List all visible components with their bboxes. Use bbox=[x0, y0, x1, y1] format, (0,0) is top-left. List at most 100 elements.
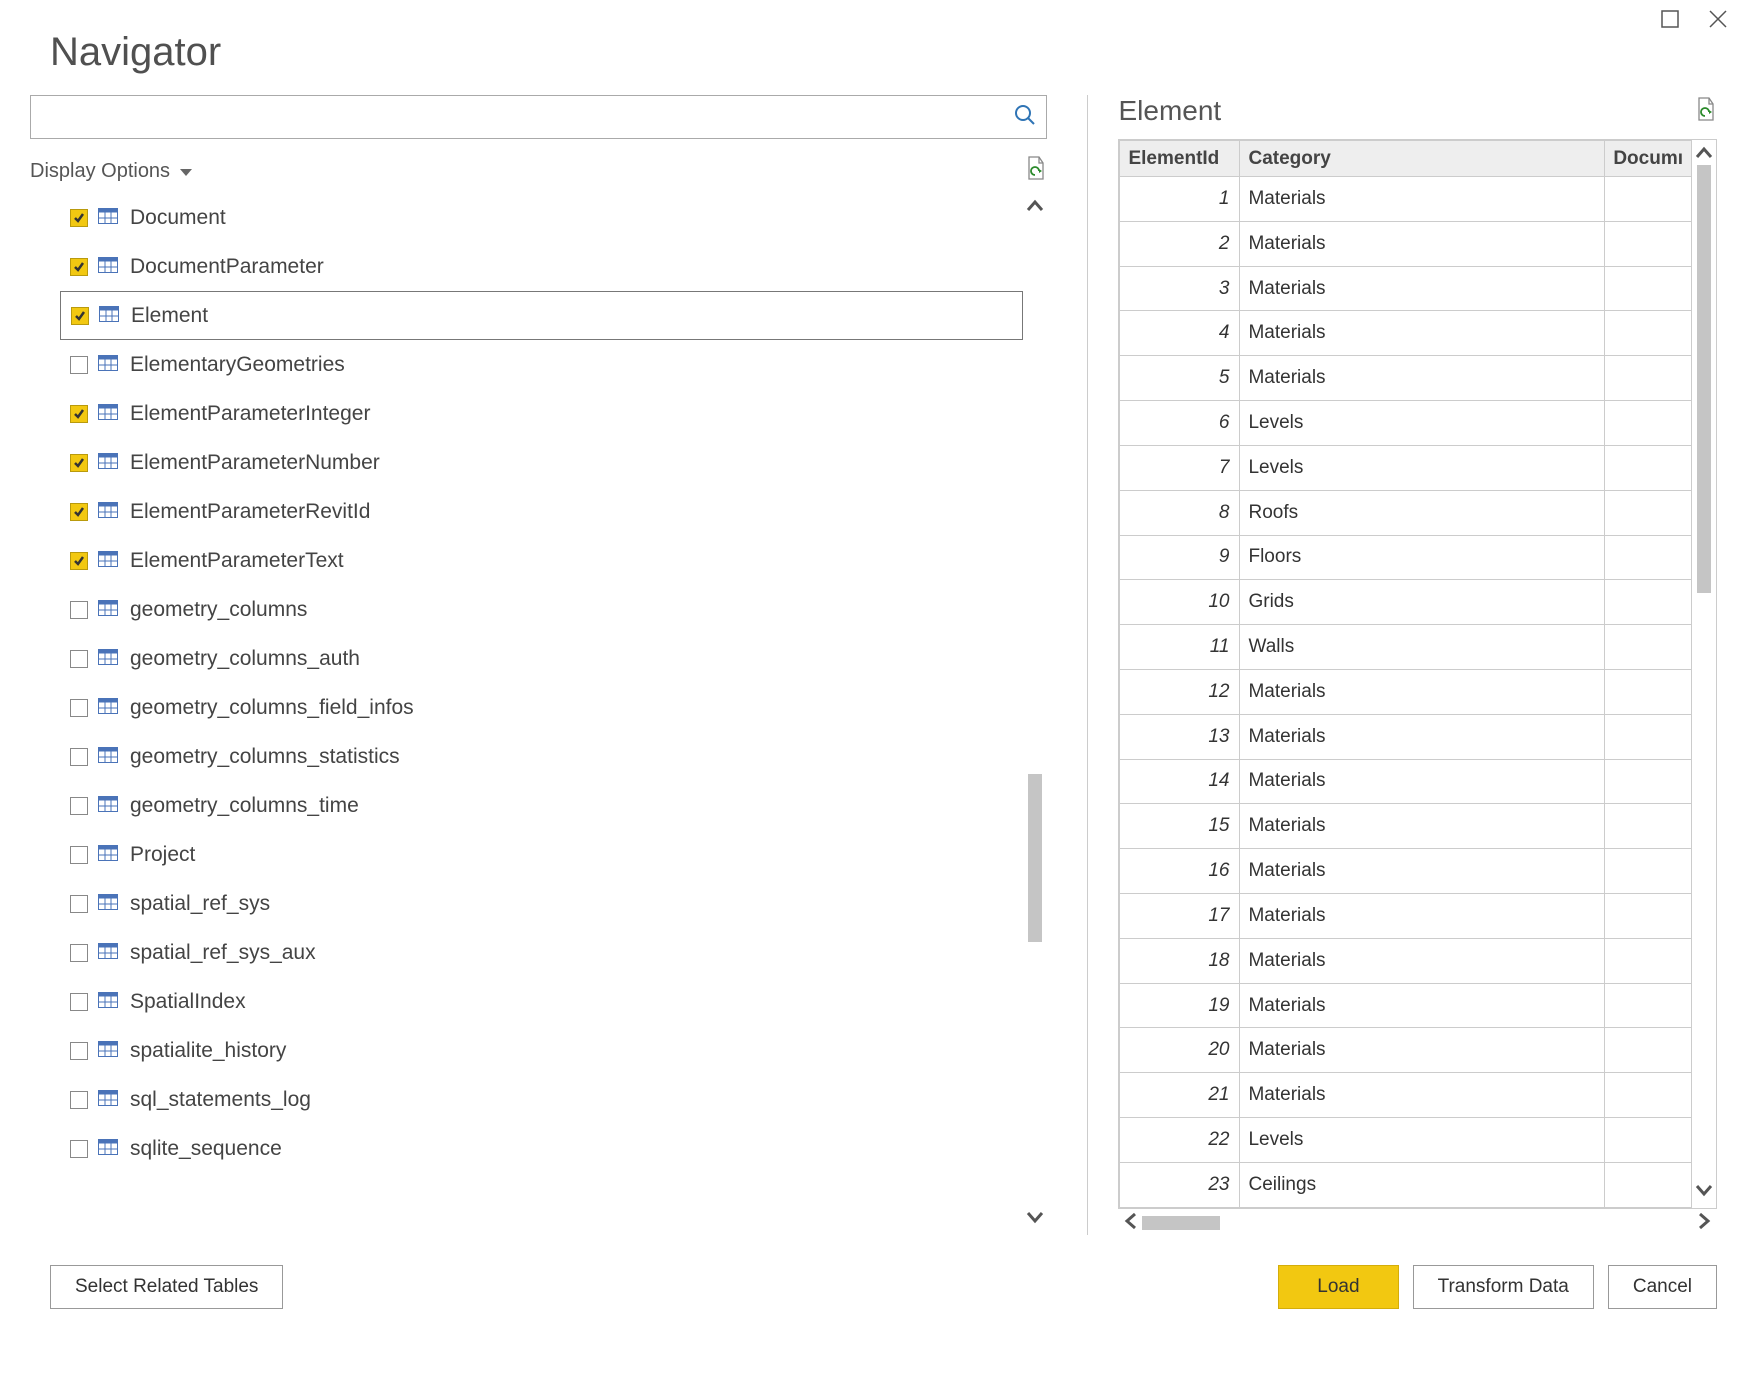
table-row[interactable]: 2Materials bbox=[1120, 221, 1692, 266]
checkbox[interactable] bbox=[70, 846, 88, 864]
maximize-icon[interactable] bbox=[1661, 10, 1679, 33]
cancel-button[interactable]: Cancel bbox=[1608, 1265, 1717, 1309]
checkbox[interactable] bbox=[70, 1042, 88, 1060]
checkbox[interactable] bbox=[70, 650, 88, 668]
checkbox[interactable] bbox=[70, 699, 88, 717]
tree-item-table[interactable]: geometry_columns_auth bbox=[60, 634, 1023, 683]
table-row[interactable]: 5Materials bbox=[1120, 356, 1692, 401]
table-row[interactable]: 23Ceilings bbox=[1120, 1162, 1692, 1207]
preview-scrollbar-v[interactable] bbox=[1692, 140, 1716, 1208]
tree-item-table[interactable]: spatialite_history bbox=[60, 1026, 1023, 1075]
tree-item-table[interactable]: sql_statements_log bbox=[60, 1075, 1023, 1124]
checkbox[interactable] bbox=[70, 895, 88, 913]
table-row[interactable]: 21Materials bbox=[1120, 1073, 1692, 1118]
select-related-tables-button[interactable]: Select Related Tables bbox=[50, 1265, 283, 1309]
table-row[interactable]: 18Materials bbox=[1120, 938, 1692, 983]
scroll-thumb[interactable] bbox=[1697, 165, 1711, 593]
cell-document bbox=[1605, 1073, 1692, 1118]
table-row[interactable]: 20Materials bbox=[1120, 1028, 1692, 1073]
tree-item-table[interactable]: ElementParameterInteger bbox=[60, 389, 1023, 438]
cell-elementid: 11 bbox=[1120, 625, 1240, 670]
column-header[interactable]: Documı bbox=[1605, 141, 1692, 177]
checkbox[interactable] bbox=[70, 944, 88, 962]
chevron-up-icon[interactable] bbox=[1695, 146, 1713, 165]
checkbox[interactable] bbox=[70, 1091, 88, 1109]
preview-refresh-icon[interactable] bbox=[1695, 96, 1717, 127]
chevron-left-icon[interactable] bbox=[1124, 1212, 1138, 1235]
table-row[interactable]: 6Levels bbox=[1120, 401, 1692, 446]
table-row[interactable]: 9Floors bbox=[1120, 535, 1692, 580]
table-row[interactable]: 10Grids bbox=[1120, 580, 1692, 625]
checkbox[interactable] bbox=[70, 1140, 88, 1158]
chevron-up-icon[interactable] bbox=[1026, 199, 1044, 218]
tree-item-table[interactable]: Project bbox=[60, 830, 1023, 879]
checkbox[interactable] bbox=[70, 405, 88, 423]
column-header[interactable]: ElementId bbox=[1120, 141, 1240, 177]
display-options-dropdown[interactable]: Display Options bbox=[30, 160, 192, 183]
table-row[interactable]: 17Materials bbox=[1120, 894, 1692, 939]
table-row[interactable]: 11Walls bbox=[1120, 625, 1692, 670]
load-button[interactable]: Load bbox=[1278, 1265, 1398, 1309]
tree-item-table[interactable]: SpatialIndex bbox=[60, 977, 1023, 1026]
table-row[interactable]: 13Materials bbox=[1120, 714, 1692, 759]
checkbox[interactable] bbox=[70, 356, 88, 374]
search-icon[interactable] bbox=[1014, 104, 1036, 131]
checkbox[interactable] bbox=[70, 209, 88, 227]
cell-elementid: 22 bbox=[1120, 1118, 1240, 1163]
chevron-right-icon[interactable] bbox=[1697, 1212, 1711, 1235]
tree-item-label: Project bbox=[130, 843, 195, 867]
table-row[interactable]: 15Materials bbox=[1120, 804, 1692, 849]
table-row[interactable]: 16Materials bbox=[1120, 849, 1692, 894]
refresh-icon[interactable] bbox=[1025, 155, 1047, 187]
tree-scrollbar[interactable] bbox=[1023, 193, 1047, 1235]
checkbox[interactable] bbox=[70, 601, 88, 619]
tree-item-table[interactable]: ElementParameterNumber bbox=[60, 438, 1023, 487]
table-row[interactable]: 1Materials bbox=[1120, 177, 1692, 222]
table-row[interactable]: 14Materials bbox=[1120, 759, 1692, 804]
close-icon[interactable] bbox=[1709, 10, 1727, 33]
tree-item-label: ElementParameterRevitId bbox=[130, 500, 370, 524]
search-input[interactable] bbox=[41, 106, 1014, 129]
checkbox[interactable] bbox=[70, 993, 88, 1011]
tree-item-table[interactable]: geometry_columns_time bbox=[60, 781, 1023, 830]
preview-scrollbar-h[interactable] bbox=[1118, 1211, 1717, 1235]
tree-item-table[interactable]: ElementParameterText bbox=[60, 536, 1023, 585]
tree-item-table[interactable]: ElementaryGeometries bbox=[60, 340, 1023, 389]
tree-item-table[interactable]: Document bbox=[60, 193, 1023, 242]
tree-item-table[interactable]: spatial_ref_sys bbox=[60, 879, 1023, 928]
column-header[interactable]: Category bbox=[1240, 141, 1605, 177]
table-row[interactable]: 7Levels bbox=[1120, 445, 1692, 490]
tree-item-table[interactable]: DocumentParameter bbox=[60, 242, 1023, 291]
tree-item-table[interactable]: ElementParameterRevitId bbox=[60, 487, 1023, 536]
table-row[interactable]: 19Materials bbox=[1120, 983, 1692, 1028]
cell-document bbox=[1605, 938, 1692, 983]
table-row[interactable]: 12Materials bbox=[1120, 669, 1692, 714]
tree-item-table[interactable]: geometry_columns bbox=[60, 585, 1023, 634]
chevron-down-icon[interactable] bbox=[1695, 1183, 1713, 1202]
checkbox[interactable] bbox=[70, 258, 88, 276]
tree-item-table[interactable]: Element bbox=[60, 291, 1023, 340]
checkbox[interactable] bbox=[70, 748, 88, 766]
cell-elementid: 21 bbox=[1120, 1073, 1240, 1118]
cell-category: Materials bbox=[1240, 804, 1605, 849]
table-row[interactable]: 4Materials bbox=[1120, 311, 1692, 356]
tree-item-table[interactable]: geometry_columns_statistics bbox=[60, 732, 1023, 781]
checkbox[interactable] bbox=[71, 307, 89, 325]
checkbox[interactable] bbox=[70, 552, 88, 570]
table-row[interactable]: 22Levels bbox=[1120, 1118, 1692, 1163]
chevron-down-icon[interactable] bbox=[1026, 1210, 1044, 1229]
table-row[interactable]: 3Materials bbox=[1120, 266, 1692, 311]
transform-data-button[interactable]: Transform Data bbox=[1413, 1265, 1594, 1309]
checkbox[interactable] bbox=[70, 503, 88, 521]
checkbox[interactable] bbox=[70, 454, 88, 472]
scroll-thumb[interactable] bbox=[1142, 1216, 1219, 1230]
display-options-label: Display Options bbox=[30, 160, 170, 183]
search-box[interactable] bbox=[30, 95, 1047, 139]
table-row[interactable]: 8Roofs bbox=[1120, 490, 1692, 535]
table-icon bbox=[98, 402, 130, 426]
checkbox[interactable] bbox=[70, 797, 88, 815]
tree-item-table[interactable]: sqlite_sequence bbox=[60, 1124, 1023, 1173]
scroll-thumb[interactable] bbox=[1028, 774, 1042, 943]
tree-item-table[interactable]: spatial_ref_sys_aux bbox=[60, 928, 1023, 977]
tree-item-table[interactable]: geometry_columns_field_infos bbox=[60, 683, 1023, 732]
